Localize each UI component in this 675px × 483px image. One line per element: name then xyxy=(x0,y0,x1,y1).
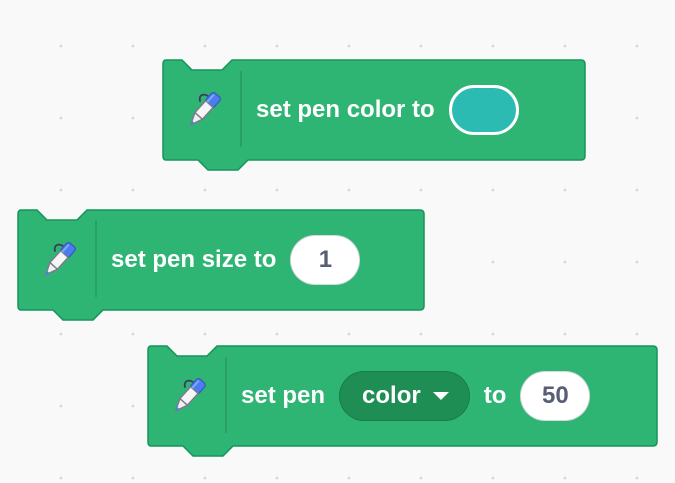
set-pen-color-block[interactable]: set pen color to xyxy=(162,59,586,171)
code-workspace: set pen color to set pen size to 1 set p… xyxy=(0,0,675,483)
block-label: set pen color to xyxy=(256,96,435,123)
block-divider xyxy=(95,221,97,297)
block-divider xyxy=(225,357,227,433)
set-pen-size-block[interactable]: set pen size to 1 xyxy=(17,209,425,321)
pen-param-value-input[interactable]: 50 xyxy=(520,371,591,421)
block-label-to: to xyxy=(483,382,507,409)
block-label: set pen size to xyxy=(111,246,277,273)
block-label: set pen xyxy=(241,382,326,409)
set-pen-param-block[interactable]: set pen color to 50 xyxy=(147,345,658,457)
pen-color-swatch[interactable] xyxy=(448,85,519,135)
pen-icon xyxy=(40,240,78,280)
dropdown-caret-icon xyxy=(432,392,449,400)
pen-icon xyxy=(185,90,223,130)
pen-icon xyxy=(170,376,208,416)
pen-size-input[interactable]: 1 xyxy=(290,235,361,285)
block-divider xyxy=(240,71,242,147)
dropdown-value: color xyxy=(362,382,421,409)
pen-param-dropdown[interactable]: color xyxy=(339,371,470,421)
